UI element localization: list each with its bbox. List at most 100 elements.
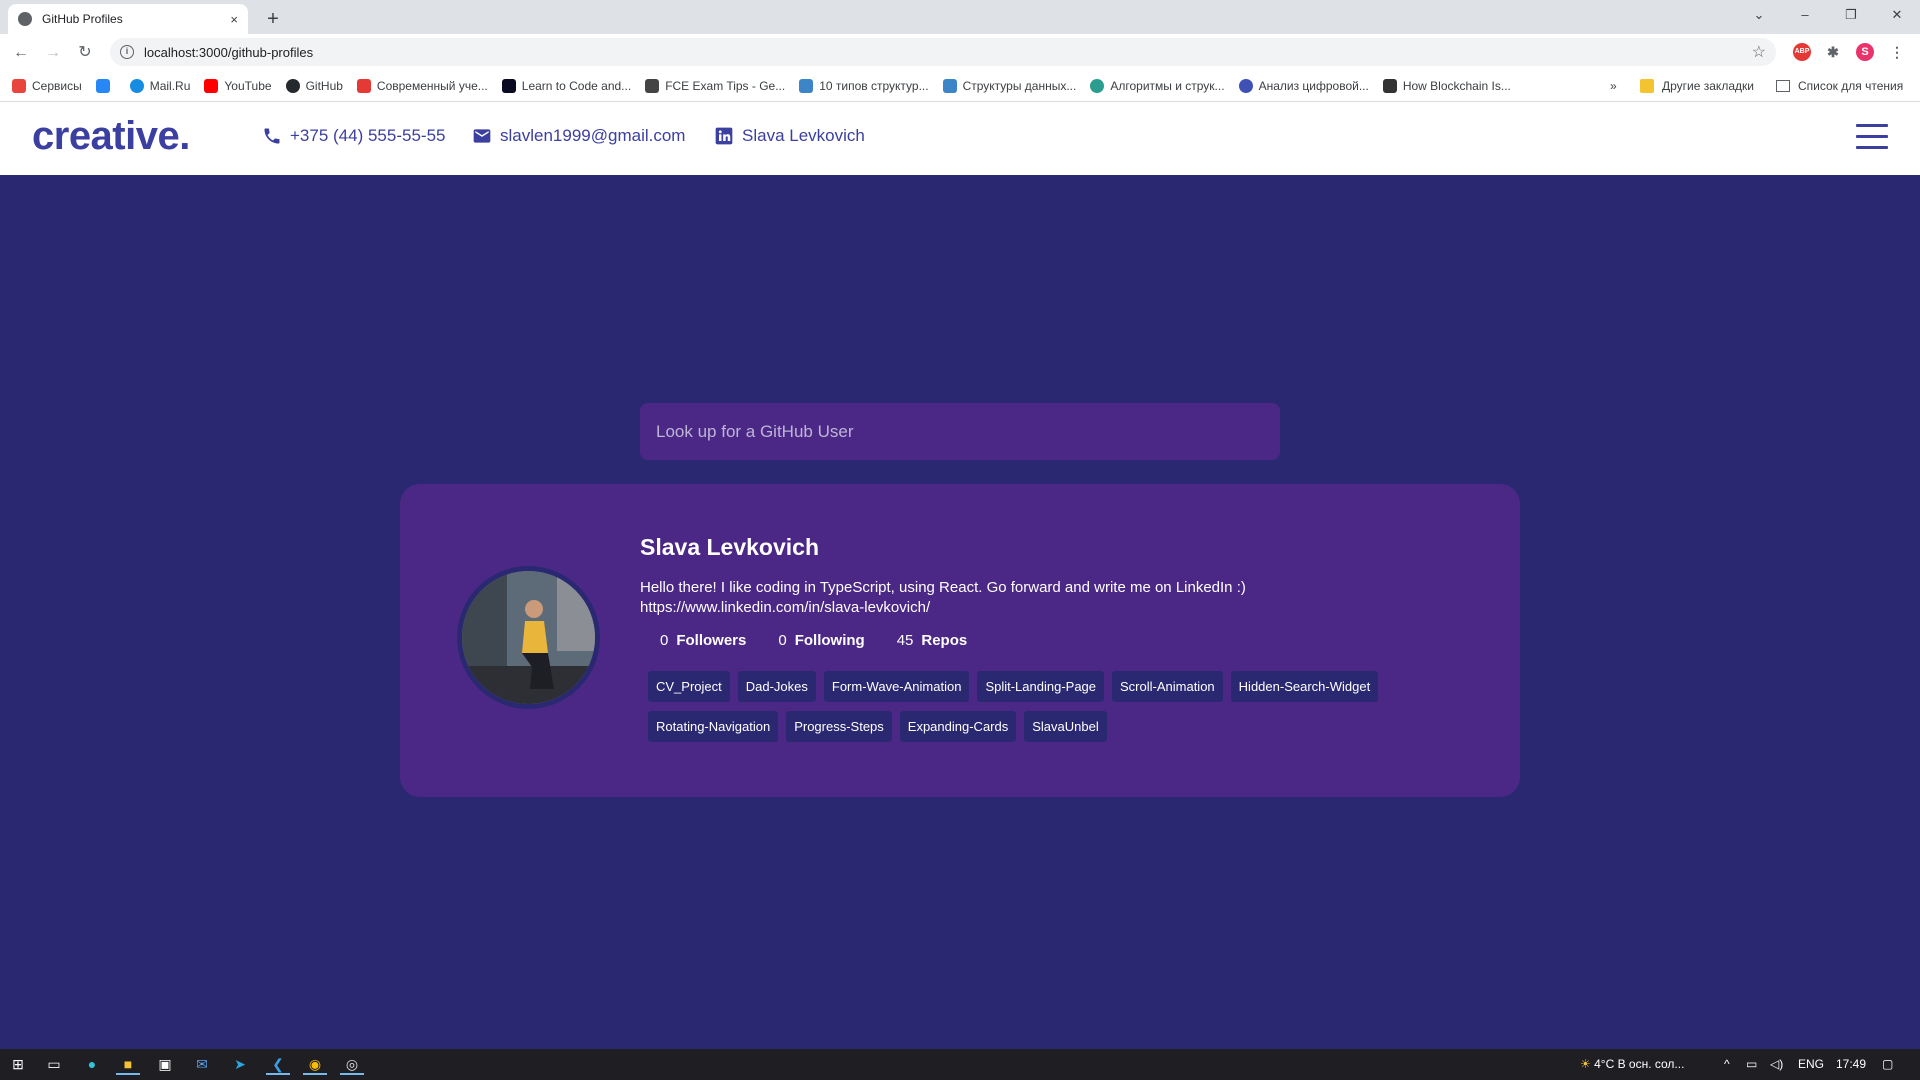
task-view-icon[interactable]: ▭: [42, 1053, 66, 1075]
hamburger-menu-icon[interactable]: [1856, 124, 1888, 152]
bookmark-5[interactable]: Современный уче...: [356, 78, 488, 93]
repo-link[interactable]: Expanding-Cards: [899, 711, 1017, 742]
bookmark-favicon-icon: [356, 78, 371, 93]
bookmark-apps[interactable]: Сервисы: [12, 78, 82, 93]
tab-search-icon[interactable]: ⌄: [1736, 0, 1782, 30]
chrome-icon[interactable]: ◉: [303, 1053, 327, 1075]
minimize-button[interactable]: –: [1782, 0, 1828, 30]
bookmarks-overflow-button[interactable]: »: [1610, 70, 1617, 102]
bookmark-favicon-icon: [942, 78, 957, 93]
vscode-icon[interactable]: ❮: [266, 1053, 290, 1075]
profile-stats: 0 Followers 0 Following 45 Repos: [660, 632, 999, 649]
repo-link[interactable]: Dad-Jokes: [737, 671, 816, 702]
bookmark-favicon-icon: [1238, 78, 1253, 93]
followers-label: Followers: [676, 632, 747, 649]
bookmark-freecodecamp[interactable]: Learn to Code and...: [501, 78, 631, 93]
browser-tab-strip: GitHub Profiles × + ⌄ – ❐ ✕: [0, 0, 1920, 34]
obs-icon[interactable]: ◎: [340, 1053, 364, 1075]
site-logo[interactable]: creative.: [32, 114, 190, 159]
phone-text: +375 (44) 555-55-55: [290, 126, 446, 145]
vk-icon: [95, 78, 110, 93]
repo-list: CV_Project Dad-Jokes Form-Wave-Animation…: [648, 671, 1408, 751]
bookmark-favicon-icon: [799, 78, 814, 93]
main-content: Look up for a GitHub User Slava Levkovic…: [0, 175, 1920, 1049]
phone-contact[interactable]: +375 (44) 555-55-55: [262, 126, 445, 146]
tab-close-icon[interactable]: ×: [230, 12, 238, 27]
weather-widget[interactable]: ☀ 4°C В осн. сол...: [1580, 1049, 1684, 1080]
browser-menu-icon[interactable]: ⋮: [1888, 43, 1906, 61]
folder-icon: [1640, 79, 1654, 93]
clock[interactable]: 17:49: [1836, 1049, 1866, 1080]
reload-icon[interactable]: ↻: [72, 40, 98, 66]
edge-icon[interactable]: ●: [80, 1053, 104, 1075]
other-bookmarks[interactable]: Другие закладки: [1640, 70, 1754, 102]
volume-icon[interactable]: ◁): [1770, 1049, 1783, 1080]
adblock-extension-icon[interactable]: ABP: [1793, 43, 1811, 61]
email-contact[interactable]: slavlen1999@gmail.com: [472, 126, 685, 146]
repos-count: 45: [896, 632, 914, 649]
bookmark-11[interactable]: Анализ цифровой...: [1238, 78, 1369, 93]
windows-taskbar: ⊞ ▭ ● ■ ▣ ✉ ➤ ❮ ◉ ◎ ☀ 4°C В осн. сол... …: [0, 1049, 1920, 1080]
store-icon[interactable]: ▣: [153, 1053, 177, 1075]
reading-list[interactable]: Список для чтения: [1776, 70, 1903, 102]
profile-avatar[interactable]: S: [1856, 43, 1874, 61]
github-user-search-input[interactable]: Look up for a GitHub User: [640, 403, 1280, 460]
repo-link[interactable]: SlavaUnbel: [1024, 711, 1107, 742]
bookmark-label: GitHub: [305, 78, 343, 93]
file-explorer-icon[interactable]: ■: [116, 1053, 140, 1075]
following-label: Following: [794, 632, 865, 649]
network-icon[interactable]: ▭: [1746, 1049, 1757, 1080]
bookmark-vk[interactable]: [95, 78, 116, 93]
maximize-button[interactable]: ❐: [1828, 0, 1874, 30]
url-text[interactable]: localhost:3000/github-profiles: [144, 45, 313, 60]
repo-link[interactable]: Rotating-Navigation: [648, 711, 779, 742]
github-icon: [285, 78, 300, 93]
bookmark-star-icon[interactable]: ☆: [1752, 42, 1766, 62]
extensions-puzzle-icon[interactable]: ✱: [1824, 43, 1842, 61]
bookmark-label: Современный уче...: [376, 78, 488, 93]
site-info-icon[interactable]: i: [120, 45, 134, 59]
weather-text: 4°C В осн. сол...: [1594, 1057, 1685, 1071]
bookmark-mailru[interactable]: Mail.Ru: [129, 78, 190, 93]
bookmark-youtube[interactable]: YouTube: [204, 78, 272, 93]
new-tab-button[interactable]: +: [260, 6, 286, 32]
followers-stat: 0 Followers: [660, 632, 746, 649]
tray-overflow-icon[interactable]: ^: [1724, 1049, 1730, 1080]
repo-link[interactable]: Scroll-Animation: [1112, 671, 1223, 702]
linkedin-contact[interactable]: Slava Levkovich: [714, 126, 865, 146]
windows-start-icon[interactable]: ⊞: [6, 1053, 30, 1075]
repo-link[interactable]: CV_Project: [648, 671, 730, 702]
repo-link[interactable]: Hidden-Search-Widget: [1230, 671, 1379, 702]
apps-grid-icon: [12, 78, 26, 93]
bookmark-9[interactable]: Структуры данных...: [942, 78, 1077, 93]
bookmark-fce[interactable]: FCE Exam Tips - Ge...: [645, 78, 785, 93]
notifications-icon[interactable]: ▢: [1882, 1049, 1893, 1080]
following-count: 0: [778, 632, 787, 649]
linkedin-icon: [715, 127, 733, 145]
address-bar[interactable]: i localhost:3000/github-profiles ☆: [110, 38, 1776, 66]
bookmark-8[interactable]: 10 типов структур...: [799, 78, 929, 93]
phone-icon: [264, 128, 280, 144]
bookmark-label: Структуры данных...: [962, 78, 1077, 93]
bookmark-10[interactable]: Алгоритмы и струк...: [1090, 78, 1225, 93]
mail-icon[interactable]: ✉: [190, 1053, 214, 1075]
bookmark-label: Сервисы: [32, 78, 82, 93]
bookmark-favicon-icon: [1090, 78, 1105, 93]
bookmark-label: Алгоритмы и струк...: [1110, 78, 1225, 93]
back-arrow-icon[interactable]: ←: [8, 40, 34, 66]
telegram-icon[interactable]: ➤: [228, 1053, 252, 1075]
followers-count: 0: [660, 632, 669, 649]
repo-link[interactable]: Split-Landing-Page: [977, 671, 1105, 702]
language-indicator[interactable]: ENG: [1798, 1049, 1824, 1080]
bookmark-12[interactable]: How Blockchain Is...: [1382, 78, 1511, 93]
repo-link[interactable]: Form-Wave-Animation: [823, 671, 970, 702]
repo-link[interactable]: Progress-Steps: [786, 711, 892, 742]
browser-tab[interactable]: GitHub Profiles ×: [8, 4, 248, 34]
linkedin-text: Slava Levkovich: [742, 126, 865, 145]
bookmark-label: 10 типов структур...: [819, 78, 929, 93]
mailru-icon: [129, 78, 144, 93]
bookmark-github[interactable]: GitHub: [285, 78, 343, 93]
bookmark-label: How Blockchain Is...: [1402, 78, 1511, 93]
close-window-button[interactable]: ✕: [1874, 0, 1920, 30]
forward-arrow-icon[interactable]: →: [40, 40, 66, 66]
